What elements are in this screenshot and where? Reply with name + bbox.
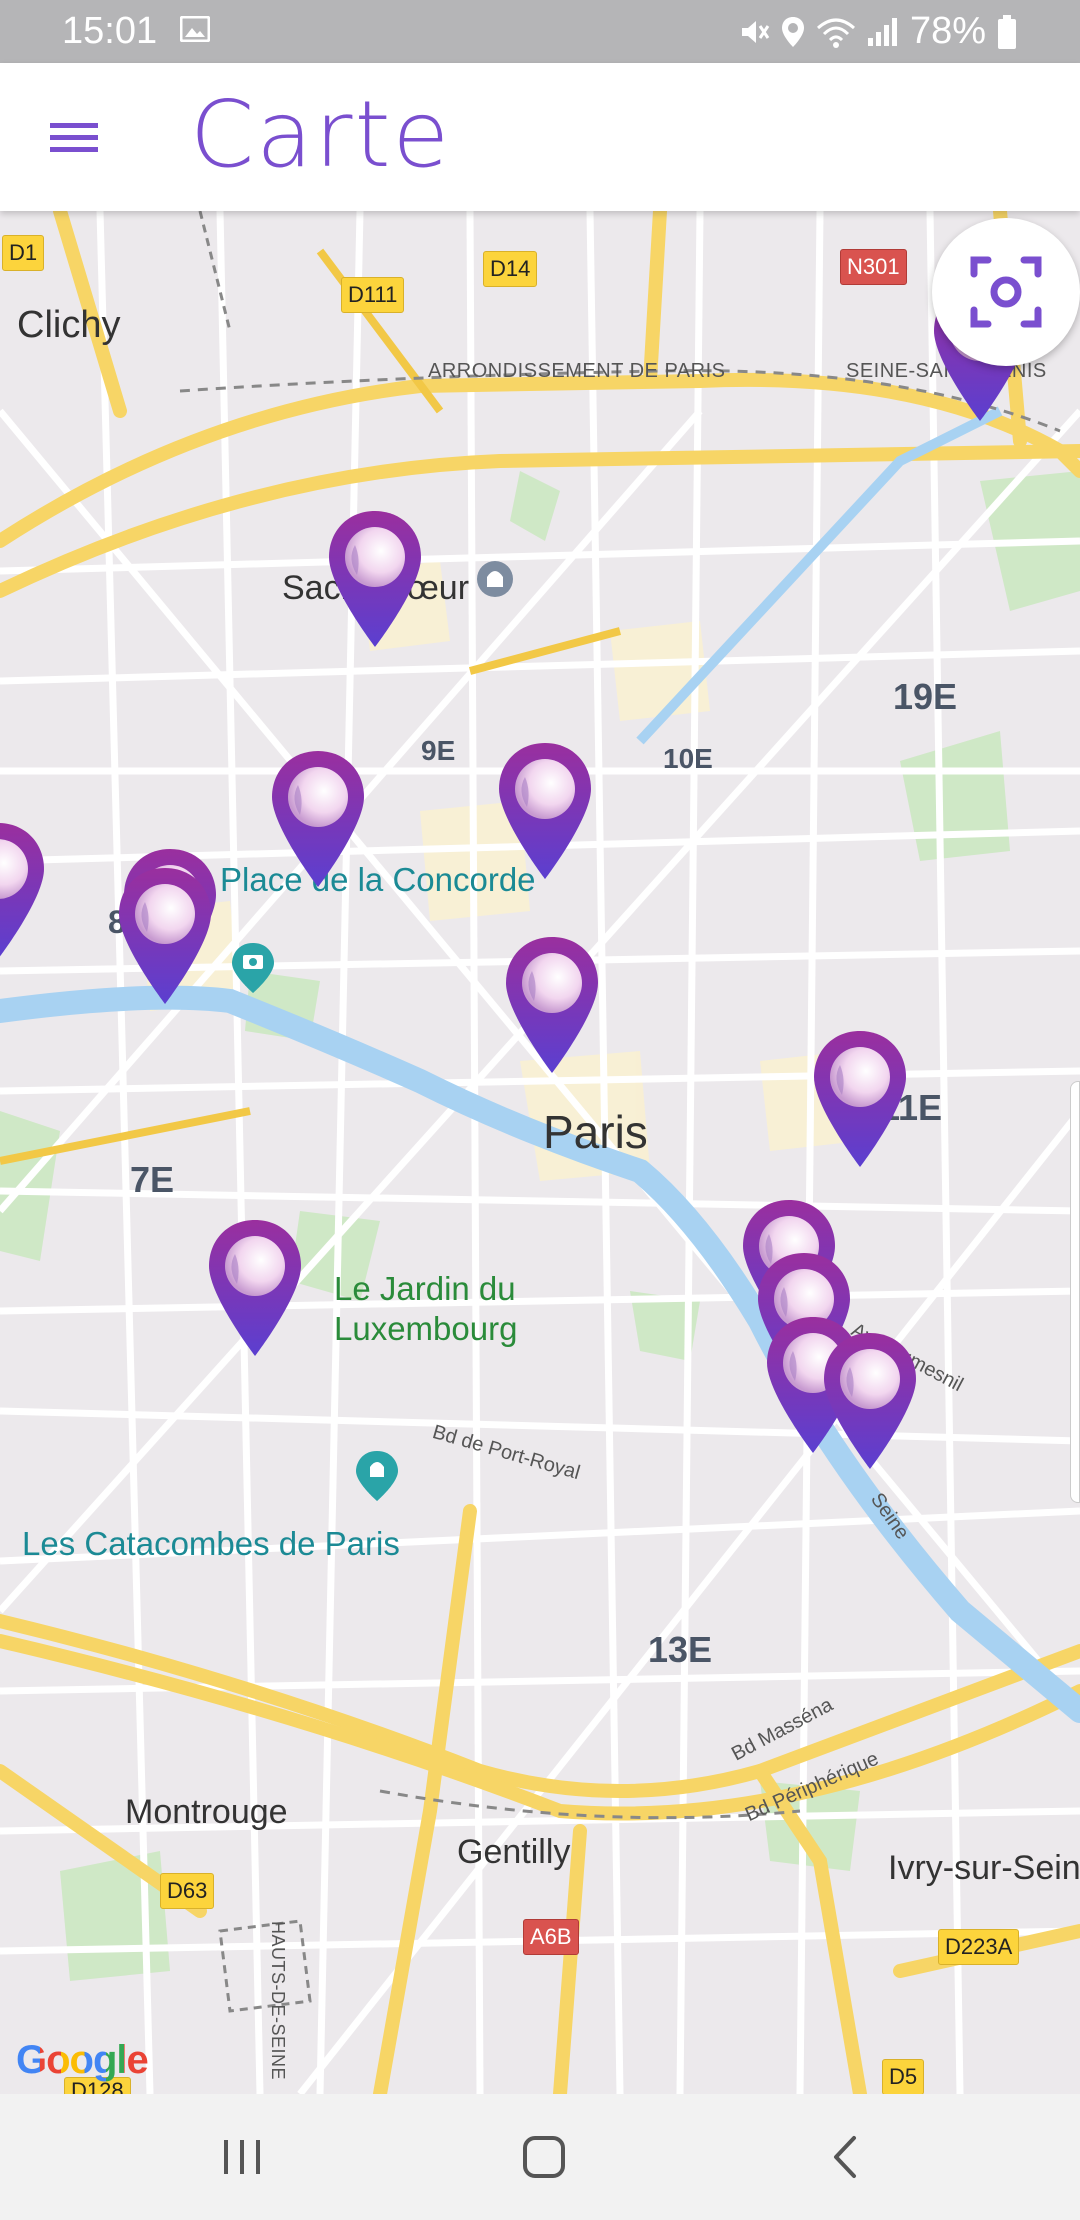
side-drawer-handle[interactable]	[1070, 1081, 1080, 1503]
map-label-ivry: Ivry-sur-Sein	[888, 1849, 1080, 1887]
signal-icon	[867, 17, 897, 46]
map-label-gentilly: Gentilly	[457, 1833, 571, 1871]
status-bar: 15:01 78%	[0, 0, 1080, 63]
map-label-13e: 13E	[648, 1629, 713, 1670]
home-button[interactable]	[504, 2124, 584, 2190]
map-label-10e: 10E	[663, 743, 713, 774]
moon-map-pin-icon[interactable]	[495, 741, 595, 881]
moon-map-pin-icon[interactable]	[810, 1029, 910, 1169]
moon-map-pin-icon[interactable]	[0, 821, 48, 961]
road-shield-d111: D111	[341, 277, 405, 313]
locate-button[interactable]	[932, 218, 1080, 366]
recent-apps-icon	[224, 2140, 260, 2174]
menu-button[interactable]	[30, 103, 118, 171]
hamburger-menu-icon	[50, 123, 98, 152]
moon-map-pin-icon[interactable]	[205, 1218, 305, 1358]
map-label-montrouge: Montrouge	[125, 1793, 288, 1831]
road-shield-d223a: D223A	[938, 1929, 1020, 1965]
status-indicators: 78%	[738, 10, 1018, 53]
image-icon	[180, 16, 210, 42]
home-icon	[523, 2136, 565, 2178]
page-title: Carte	[190, 81, 452, 188]
battery-icon	[998, 14, 1016, 49]
google-attribution: Google	[16, 2038, 149, 2083]
road-shield-d63: D63	[160, 1873, 215, 1909]
focus-locate-icon	[970, 256, 1042, 328]
road-shield-d5: D5	[882, 2059, 925, 2094]
road-shield-a6b: A6B	[523, 1919, 579, 1955]
map-label-catacombes: Les Catacombes de Paris	[22, 1525, 400, 1562]
status-time: 15:01	[62, 10, 158, 52]
google-logo-text: Google	[16, 2038, 149, 2082]
map-view[interactable]: Clichy ARRONDISSEMENT DE PARIS SEINE-SAI…	[0, 211, 1080, 2094]
map-label-jardin-line2: Luxembourg	[334, 1310, 518, 1347]
app-bar: Carte	[0, 63, 1080, 211]
map-label-19e: 19E	[893, 676, 958, 717]
mute-icon	[741, 20, 770, 43]
road-shield-d1: D1	[2, 235, 45, 271]
map-label-9e: 9E	[421, 735, 456, 766]
battery-percent: 78%	[909, 10, 986, 52]
map-label-arrondissement: ARRONDISSEMENT DE PARIS	[428, 360, 726, 382]
road-shield-n301: N301	[840, 249, 907, 285]
wifi-icon	[816, 18, 855, 48]
map-label-jardin-line1: Le Jardin du	[334, 1270, 516, 1307]
moon-map-pin-icon[interactable]	[115, 866, 215, 1006]
map-label-hauts-de-seine: HAUTS-DE-SEINE	[268, 1921, 288, 2081]
road-shield-d14: D14	[483, 251, 538, 287]
map-label-paris: Paris	[543, 1106, 648, 1158]
back-button[interactable]	[806, 2124, 886, 2190]
map-label-7e: 7E	[130, 1159, 175, 1200]
back-icon	[834, 2136, 856, 2178]
recent-apps-button[interactable]	[202, 2124, 282, 2190]
moon-map-pin-icon[interactable]	[325, 509, 425, 649]
moon-map-pin-icon[interactable]	[820, 1331, 920, 1471]
location-icon	[781, 16, 804, 47]
moon-map-pin-icon[interactable]	[502, 935, 602, 1075]
map-label-clichy: Clichy	[17, 304, 121, 346]
moon-map-pin-icon[interactable]	[268, 749, 368, 889]
system-nav-bar	[0, 2094, 1080, 2220]
